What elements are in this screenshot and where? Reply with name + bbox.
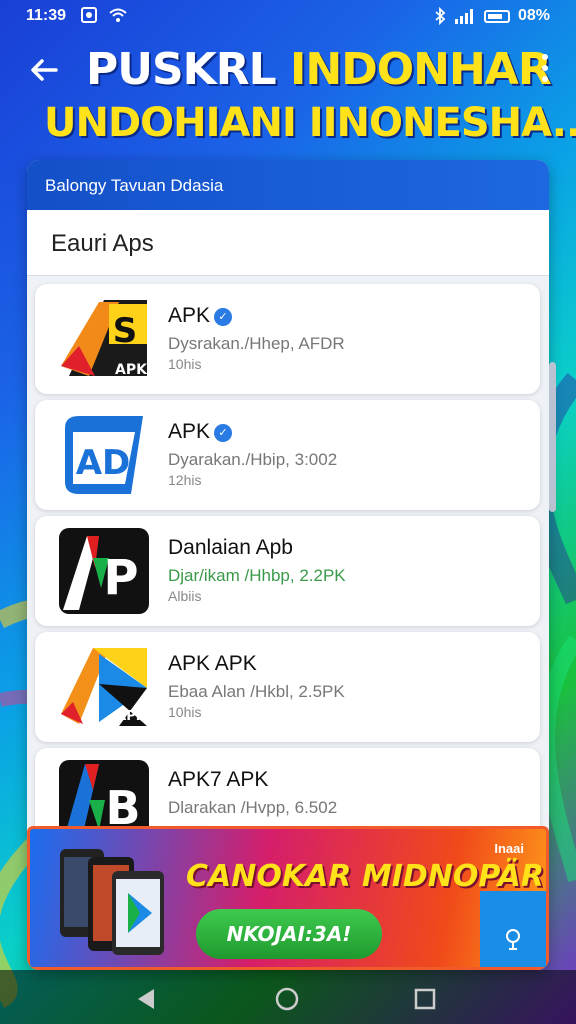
- ad-shield-icon: AD: [59, 412, 149, 498]
- signal-icon: [454, 9, 473, 24]
- card-header: Balongy Tavuan Ddasia: [27, 160, 549, 210]
- app-name: Danlaian Apb: [168, 536, 293, 559]
- ad-banner[interactable]: Inaai CANOKAR MIDNOPÄR NKOJAI:3A!: [27, 826, 549, 970]
- nav-recents-button[interactable]: [410, 984, 440, 1014]
- app-name: APK7 APK: [168, 768, 269, 791]
- list-item[interactable]: P Danlaian Apb Djar/ikam /Hhbp, 2.2PK Al…: [35, 516, 540, 626]
- page-subtitle: UNDOHIANI IINONESHA...: [44, 100, 576, 146]
- app-list-card: Balongy Tavuan Ddasia Eauri Aps S APK APK…: [27, 160, 549, 970]
- app-list: S APK APK ✓ Dysrakan./Hhep, AFDR 10his AD …: [27, 284, 549, 858]
- verified-badge-icon: ✓: [214, 424, 233, 442]
- svg-text:P: P: [103, 550, 138, 606]
- page-title: PUSKRL INDONHAR: [86, 44, 552, 95]
- app-name: APK APK: [168, 652, 257, 675]
- apk-s-icon: S APK: [59, 296, 149, 382]
- status-time: 11:39: [26, 7, 67, 24]
- phones-illustration: [58, 843, 168, 957]
- app-name: APK ✓: [168, 420, 233, 444]
- battery-percent: 08%: [517, 7, 550, 24]
- list-item[interactable]: S APK APK ✓ Dysrakan./Hhep, AFDR 10his: [35, 284, 540, 394]
- nav-back-button[interactable]: [132, 984, 162, 1014]
- ap-black-icon: P: [59, 528, 149, 614]
- list-item[interactable]: APK APK APK Ebaa Alan /Hkbl, 2.5PK 10his: [35, 632, 540, 742]
- scrollbar[interactable]: [549, 362, 556, 512]
- nav-home-button[interactable]: [272, 984, 302, 1014]
- banner-cta-button[interactable]: NKOJAI:3A!: [196, 909, 382, 959]
- page-title-white: PUSKRL: [86, 44, 277, 95]
- app-name: APK ✓: [168, 304, 233, 328]
- square-recents-icon: [414, 988, 436, 1010]
- app-size: Albiis: [168, 588, 202, 604]
- app-description: Dyarakan./Hbip, 3:002: [168, 450, 338, 469]
- ad-tag: Inaai: [494, 841, 524, 856]
- app-description: Dysrakan./Hhep, AFDR: [168, 334, 345, 353]
- svg-text:AD: AD: [76, 443, 131, 483]
- back-button[interactable]: [26, 52, 66, 92]
- verified-badge-icon: ✓: [214, 308, 233, 326]
- ad-info-icon[interactable]: [500, 927, 526, 953]
- app-description: Dlarakan /Hvpp, 6.502: [168, 798, 338, 817]
- svg-text:S: S: [113, 311, 138, 351]
- arrow-left-icon: [31, 59, 58, 81]
- more-menu-button[interactable]: [542, 54, 548, 82]
- app-size: 10his: [168, 356, 202, 372]
- app-description: Djar/ikam /Hhbp, 2.2PK: [168, 566, 346, 585]
- section-title: Eauri Aps: [27, 210, 549, 276]
- image-notification-icon: [81, 7, 97, 23]
- play-apk-icon: APK: [59, 644, 149, 730]
- wifi-icon: [109, 8, 127, 22]
- triangle-back-icon: [138, 989, 154, 1009]
- banner-title: CANOKAR MIDNOPÄR: [186, 859, 544, 894]
- svg-text:APK: APK: [115, 362, 148, 378]
- system-nav-bar: [0, 970, 576, 1024]
- app-size: 12his: [168, 472, 202, 488]
- circle-home-icon: [275, 987, 299, 1011]
- battery-icon: [483, 9, 510, 23]
- list-item[interactable]: AD APK ✓ Dyarakan./Hbip, 3:002 12his: [35, 400, 540, 510]
- bluetooth-icon: [435, 7, 446, 25]
- status-bar: 11:39 08%: [0, 0, 576, 34]
- app-size: 10his: [168, 704, 202, 720]
- svg-text:APK: APK: [116, 709, 147, 724]
- app-description: Ebaa Alan /Hkbl, 2.5PK: [168, 682, 345, 701]
- page-title-yellow: INDONHAR: [290, 44, 552, 95]
